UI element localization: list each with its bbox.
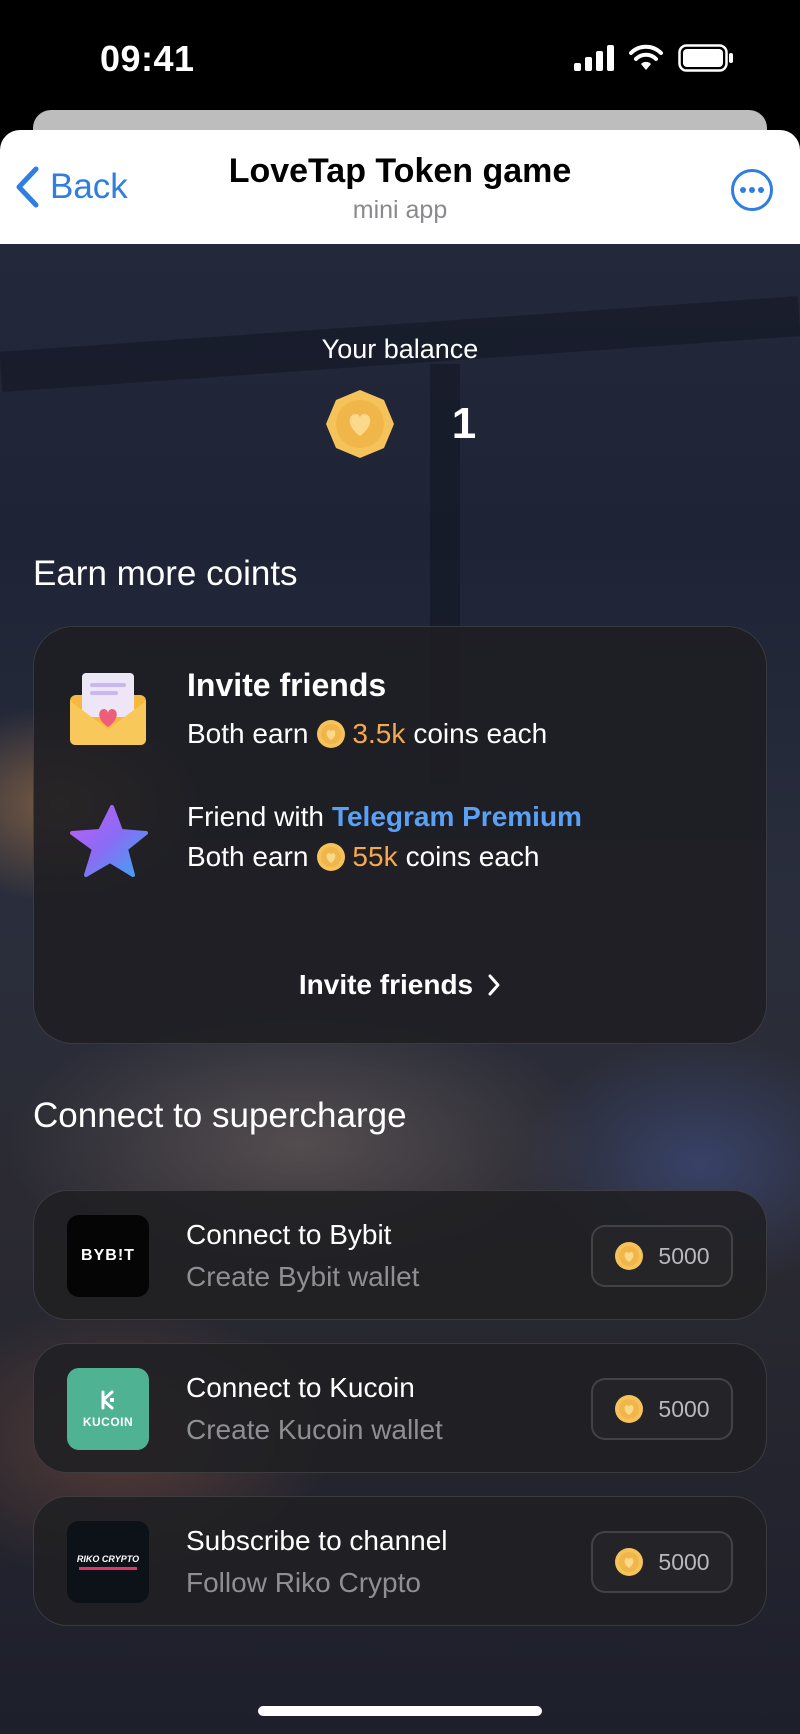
chevron-right-icon xyxy=(488,974,500,996)
premium-prefix: Friend with xyxy=(187,801,324,832)
premium-line: Friend with Telegram Premium xyxy=(187,801,582,833)
bybit-logo: BYB!T xyxy=(67,1215,149,1297)
premium-amount: 55k xyxy=(352,841,398,872)
premium-suffix: coins each xyxy=(405,841,540,872)
invite-friends-label: Invite friends xyxy=(298,969,474,1000)
mini-app-header: Back LoveTap Token game mini app xyxy=(0,130,800,244)
riko-logo-text: RIKO CRYPTO xyxy=(76,1554,140,1564)
invite-title: Invite friends xyxy=(187,667,387,703)
task-kucoin[interactable]: KUCOIN Connect to Kucoin Create Kucoin w… xyxy=(33,1343,767,1473)
reward-badge: 5000 xyxy=(591,1531,733,1593)
coin-icon xyxy=(317,843,346,871)
app-subtitle: mini app xyxy=(352,196,448,224)
coin-icon xyxy=(325,390,394,458)
home-indicator[interactable] xyxy=(258,1706,542,1716)
main-content: Your balance 1 Earn more coints Invite f… xyxy=(0,244,800,1734)
wifi-icon xyxy=(629,44,663,70)
status-icons xyxy=(574,44,734,72)
connect-section-title: Connect to supercharge xyxy=(33,1096,407,1135)
status-bar: 09:41 xyxy=(0,0,800,110)
signal-icon xyxy=(574,45,614,71)
battery-icon xyxy=(678,44,733,72)
task-subtitle: Follow Riko Crypto xyxy=(186,1567,421,1598)
reward-badge: 5000 xyxy=(591,1378,733,1440)
reward-value: 5000 xyxy=(658,1395,710,1422)
riko-logo-bar xyxy=(79,1567,137,1570)
invite-friends-button[interactable]: Invite friends xyxy=(34,969,766,1001)
kucoin-logo: KUCOIN xyxy=(67,1368,149,1450)
kucoin-mark-icon xyxy=(101,1390,114,1410)
coin-icon xyxy=(615,1548,644,1576)
task-title: Subscribe to channel xyxy=(186,1525,448,1556)
invite-text: Invite friends Both earn 3.5k coins each xyxy=(187,667,547,750)
premium-reward-prefix: Both earn xyxy=(187,841,309,872)
premium-reward-line: Both earn 55k coins each xyxy=(187,841,582,873)
premium-star-icon xyxy=(70,805,148,877)
task-title: Connect to Bybit xyxy=(186,1219,392,1250)
invite-amount: 3.5k xyxy=(352,718,406,749)
telegram-premium-link[interactable]: Telegram Premium xyxy=(332,801,582,833)
invite-reward-line: Both earn 3.5k coins each xyxy=(187,718,547,750)
task-title: Connect to Kucoin xyxy=(186,1372,415,1403)
earn-card: Invite friends Both earn 3.5k coins each xyxy=(33,626,767,1044)
earn-section-title: Earn more coints xyxy=(33,554,298,593)
bybit-logo-text: BYB!T xyxy=(81,1247,135,1264)
task-subtitle: Create Bybit wallet xyxy=(186,1261,420,1292)
balance-row: 1 xyxy=(0,388,800,460)
app-title: LoveTap Token game xyxy=(228,152,572,190)
reward-value: 5000 xyxy=(658,1242,710,1269)
envelope-heart-icon xyxy=(70,673,146,745)
premium-text: Friend with Telegram Premium Both earn 5… xyxy=(187,801,582,873)
task-subtitle: Create Kucoin wallet xyxy=(186,1414,443,1445)
balance-value: 1 xyxy=(451,399,477,448)
task-riko-crypto[interactable]: RIKO CRYPTO Subscribe to channel Follow … xyxy=(33,1496,767,1626)
kucoin-logo-text: KUCOIN xyxy=(82,1415,134,1429)
task-bybit[interactable]: BYB!T Connect to Bybit Create Bybit wall… xyxy=(33,1190,767,1320)
reward-value: 5000 xyxy=(658,1548,710,1575)
coin-icon xyxy=(317,720,346,748)
coin-icon xyxy=(615,1395,644,1423)
invite-prefix: Both earn xyxy=(187,718,309,749)
more-icon[interactable] xyxy=(730,168,774,212)
invite-suffix: coins each xyxy=(413,718,548,749)
balance-label: Your balance xyxy=(321,334,479,364)
reward-badge: 5000 xyxy=(591,1225,733,1287)
coin-icon xyxy=(615,1242,644,1270)
status-time: 09:41 xyxy=(100,38,195,79)
riko-crypto-logo: RIKO CRYPTO xyxy=(67,1521,149,1603)
